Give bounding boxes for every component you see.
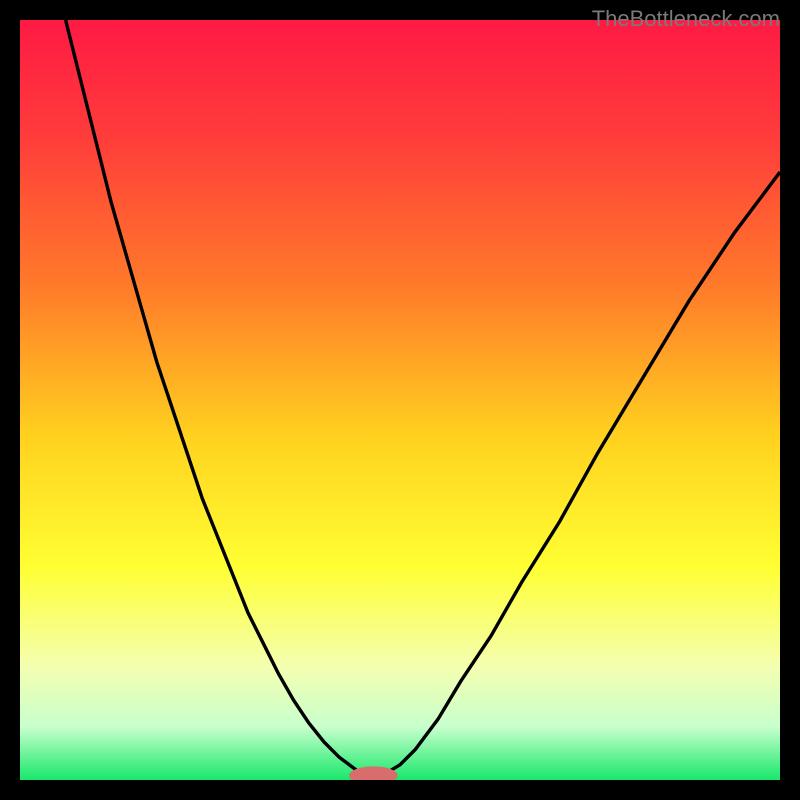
bottleneck-chart	[20, 20, 780, 780]
chart-frame	[20, 20, 780, 780]
gradient-background	[20, 20, 780, 780]
watermark-text: TheBottleneck.com	[592, 6, 780, 32]
